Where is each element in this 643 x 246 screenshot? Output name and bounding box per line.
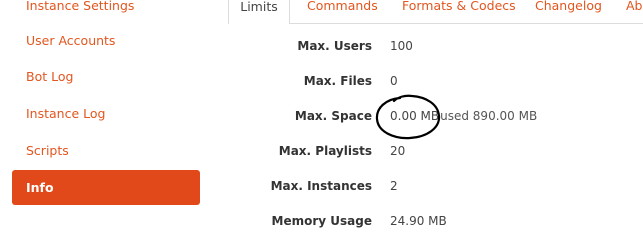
- sidebar-item-bot-log[interactable]: Bot Log: [12, 59, 200, 94]
- max-space-value: 0.00 MB: [390, 109, 440, 123]
- tab-changelog[interactable]: Changelog: [535, 0, 602, 23]
- info-label: Max. Instances: [270, 179, 372, 193]
- info-label: Max. Space: [294, 109, 372, 123]
- info-value: 24.90 MB: [390, 214, 447, 228]
- info-value-max-space: 0.00 MBused 890.00 MB: [390, 106, 537, 126]
- tab-bar: Limits Commands Formats & Codecs Changel…: [228, 0, 643, 24]
- sidebar-item-user-accounts[interactable]: User Accounts: [12, 23, 200, 58]
- info-row-max-playlists: Max. Playlists 20: [228, 141, 628, 161]
- info-row-max-files: Max. Files 0: [228, 71, 628, 91]
- tab-about[interactable]: Ab: [626, 0, 643, 23]
- sidebar-item-instance-log[interactable]: Instance Log: [12, 96, 200, 131]
- info-row-memory-usage: Memory Usage 24.90 MB: [228, 211, 628, 231]
- sidebar-item-scripts[interactable]: Scripts: [12, 133, 200, 168]
- tab-formats-codecs[interactable]: Formats & Codecs: [402, 0, 516, 23]
- info-row-max-space: Max. Space 0.00 MBused 890.00 MB: [228, 106, 628, 126]
- tab-limits[interactable]: Limits: [228, 0, 290, 24]
- info-value: 100: [390, 39, 413, 53]
- sidebar-item-info[interactable]: Info: [12, 170, 200, 205]
- info-label: Max. Playlists: [278, 144, 372, 158]
- info-label: Max. Users: [297, 39, 372, 53]
- sidebar: Instance Settings User Accounts Bot Log …: [0, 0, 215, 246]
- space-used-value: used 890.00 MB: [440, 109, 538, 123]
- info-label: Max. Files: [303, 74, 372, 88]
- tab-commands[interactable]: Commands: [307, 0, 378, 23]
- sidebar-item-instance-settings[interactable]: Instance Settings: [12, 0, 200, 23]
- info-value: 20: [390, 144, 406, 158]
- info-label: Memory Usage: [271, 214, 372, 228]
- info-value: 2: [390, 179, 398, 193]
- info-row-max-instances: Max. Instances 2: [228, 176, 628, 196]
- info-value: 0: [390, 74, 398, 88]
- info-row-max-users: Max. Users 100: [228, 36, 628, 56]
- app-window: Instance Settings User Accounts Bot Log …: [0, 0, 643, 246]
